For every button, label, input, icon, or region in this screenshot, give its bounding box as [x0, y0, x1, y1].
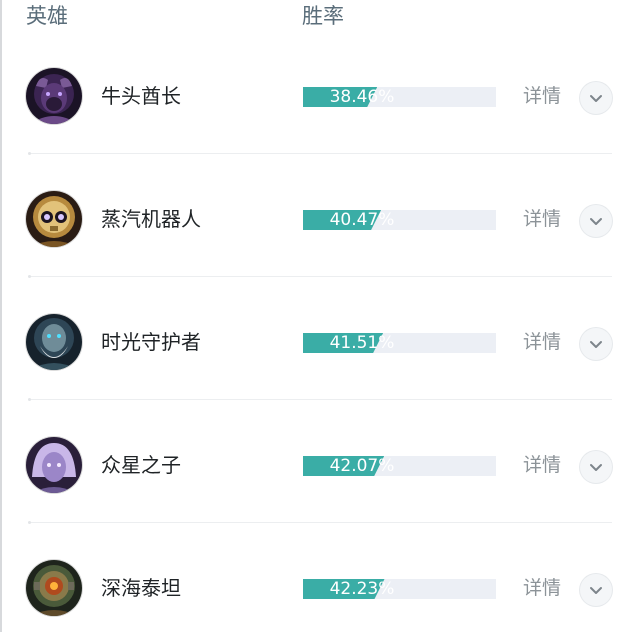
chevron-down-icon [590, 464, 602, 471]
hero-row[interactable]: 深海泰坦 42.23% 详情 [0, 527, 640, 632]
chevron-down-icon [590, 587, 602, 594]
chevron-down-icon [590, 218, 602, 225]
hero-row[interactable]: 众星之子 42.07% 详情 [0, 404, 640, 527]
details-link[interactable]: 详情 [523, 575, 561, 601]
details-link[interactable]: 详情 [523, 83, 561, 109]
hero-name: 牛头酋长 [101, 84, 181, 108]
chevron-down-icon [590, 95, 602, 102]
winrate-bar: 42.07% [303, 456, 496, 476]
hero-name: 蒸汽机器人 [101, 207, 201, 231]
expand-button[interactable] [580, 328, 612, 360]
hero-name: 深海泰坦 [101, 576, 181, 600]
winrate-value: 38.46% [329, 87, 395, 107]
minotaur-chief-avatar-icon [26, 68, 82, 124]
row-divider [28, 521, 612, 524]
deep-sea-titan-avatar-icon [26, 560, 82, 616]
expand-button[interactable] [580, 451, 612, 483]
winrate-bar: 41.51% [303, 333, 496, 353]
hero-name: 时光守护者 [101, 330, 201, 354]
winrate-column-header: 胜率 [302, 4, 344, 28]
winrate-bar: 42.23% [303, 579, 496, 599]
hero-row[interactable]: 时光守护者 41.51% 详情 [0, 281, 640, 404]
expand-button[interactable] [580, 205, 612, 237]
list-header: 英雄 胜率 [0, 0, 640, 40]
star-child-avatar-icon [26, 437, 82, 493]
details-link[interactable]: 详情 [523, 452, 561, 478]
winrate-bar: 40.47% [303, 210, 496, 230]
row-divider [28, 398, 612, 401]
winrate-value: 40.47% [329, 210, 395, 230]
details-link[interactable]: 详情 [523, 206, 561, 232]
hero-row[interactable]: 牛头酋长 38.46% 详情 [0, 35, 640, 158]
winrate-value: 42.07% [329, 456, 395, 476]
expand-button[interactable] [580, 82, 612, 114]
chevron-down-icon [590, 341, 602, 348]
row-divider [28, 152, 612, 155]
hero-name: 众星之子 [101, 453, 181, 477]
winrate-value: 41.51% [329, 333, 395, 353]
winrate-value: 42.23% [329, 579, 395, 599]
row-divider [28, 275, 612, 278]
steam-robot-avatar-icon [26, 191, 82, 247]
hero-row[interactable]: 蒸汽机器人 40.47% 详情 [0, 158, 640, 281]
winrate-bar: 38.46% [303, 87, 496, 107]
details-link[interactable]: 详情 [523, 329, 561, 355]
time-guardian-avatar-icon [26, 314, 82, 370]
hero-winrate-list: 英雄 胜率 牛头酋长 38.46% 详情 蒸汽机器人 40.47% 详情 时光守… [0, 0, 640, 632]
expand-button[interactable] [580, 574, 612, 606]
hero-column-header: 英雄 [26, 4, 68, 28]
